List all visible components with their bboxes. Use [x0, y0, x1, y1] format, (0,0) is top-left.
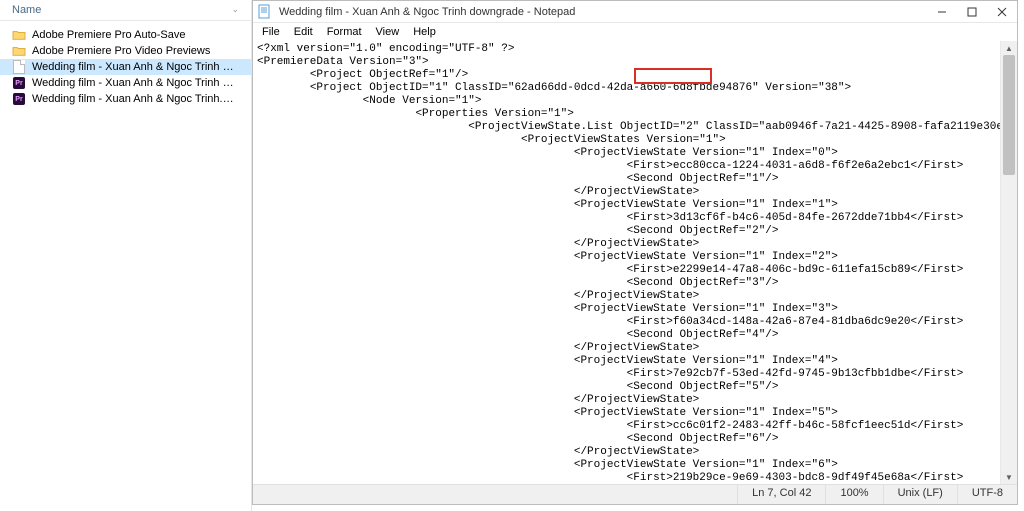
editor-area: <?xml version="1.0" encoding="UTF-8" ?> …: [253, 41, 1017, 484]
file-row[interactable]: Pr Wedding film - Xuan Anh & Ngoc Trinh d…: [0, 75, 251, 91]
status-encoding: UTF-8: [957, 485, 1017, 504]
menubar: FileEditFormatViewHelp: [253, 23, 1017, 41]
minimize-button[interactable]: [927, 1, 957, 23]
folder-icon: [12, 44, 26, 58]
menu-view[interactable]: View: [369, 25, 407, 39]
scroll-thumb[interactable]: [1003, 55, 1015, 175]
prproj-icon: Pr: [12, 76, 26, 90]
status-caret-position: Ln 7, Col 42: [737, 485, 825, 504]
scroll-up-arrow[interactable]: ▲: [1001, 41, 1017, 55]
file-row[interactable]: Adobe Premiere Pro Video Previews: [0, 43, 251, 59]
vertical-scrollbar[interactable]: ▲ ▼: [1000, 41, 1017, 484]
statusbar: Ln 7, Col 42 100% Unix (LF) UTF-8: [253, 484, 1017, 504]
titlebar[interactable]: Wedding film - Xuan Anh & Ngoc Trinh dow…: [253, 1, 1017, 23]
file-row[interactable]: Pr Wedding film - Xuan Anh & Ngoc Trinh.p…: [0, 91, 251, 107]
menu-file[interactable]: File: [255, 25, 287, 39]
file-row[interactable]: Adobe Premiere Pro Auto-Save: [0, 27, 251, 43]
prproj-icon: Pr: [12, 92, 26, 106]
status-line-ending: Unix (LF): [883, 485, 957, 504]
column-header-name: Name: [12, 4, 41, 16]
menu-format[interactable]: Format: [320, 25, 369, 39]
maximize-button[interactable]: [957, 1, 987, 23]
file-row[interactable]: Wedding film - Xuan Anh & Ngoc Trinh dow…: [0, 59, 251, 75]
file-label: Wedding film - Xuan Anh & Ngoc Trinh dow…: [32, 77, 239, 89]
file-label: Wedding film - Xuan Anh & Ngoc Trinh dow…: [32, 61, 239, 73]
file-explorer-panel: Name ⌄ Adobe Premiere Pro Auto-SaveAdobe…: [0, 0, 252, 511]
file-list: Adobe Premiere Pro Auto-Save Adobe Premie…: [0, 21, 251, 113]
close-button[interactable]: [987, 1, 1017, 23]
folder-icon: [12, 28, 26, 42]
file-label: Adobe Premiere Pro Video Previews: [32, 45, 210, 57]
file-label: Adobe Premiere Pro Auto-Save: [32, 29, 185, 41]
scroll-down-arrow[interactable]: ▼: [1001, 470, 1017, 484]
menu-help[interactable]: Help: [406, 25, 443, 39]
text-editor[interactable]: <?xml version="1.0" encoding="UTF-8" ?> …: [253, 41, 1017, 484]
notepad-window: Wedding film - Xuan Anh & Ngoc Trinh dow…: [252, 0, 1018, 505]
generic-file-icon: [12, 60, 26, 74]
window-title: Wedding film - Xuan Anh & Ngoc Trinh dow…: [279, 6, 927, 18]
chevron-down-icon: ⌄: [231, 4, 239, 15]
file-label: Wedding film - Xuan Anh & Ngoc Trinh.prp…: [32, 93, 239, 105]
notepad-icon: [257, 4, 273, 20]
explorer-column-header[interactable]: Name ⌄: [0, 0, 251, 21]
menu-edit[interactable]: Edit: [287, 25, 320, 39]
status-zoom: 100%: [825, 485, 882, 504]
